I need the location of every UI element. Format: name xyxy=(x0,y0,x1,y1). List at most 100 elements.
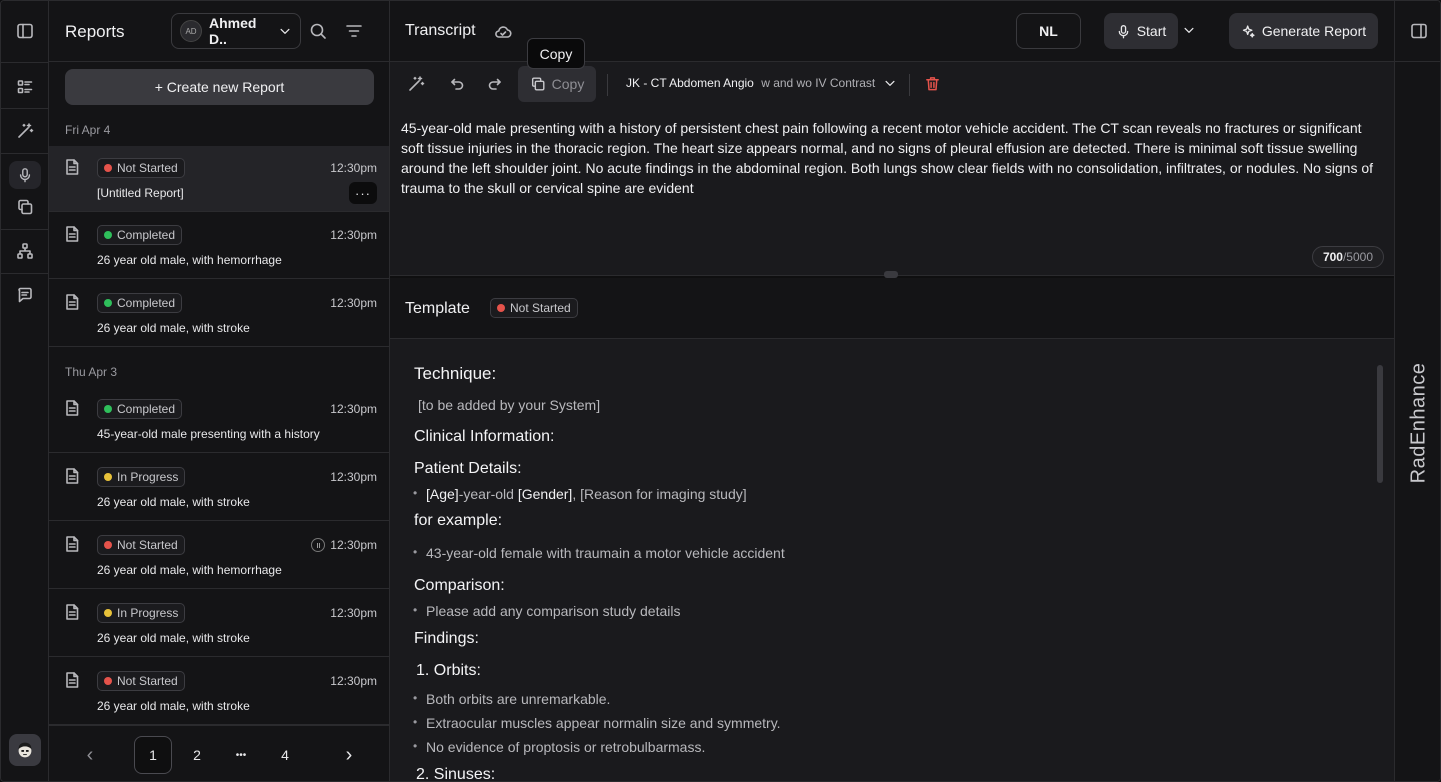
create-report-button[interactable]: + Create new Report xyxy=(65,69,374,105)
report-item[interactable]: Completed 12:30pm 26 year old male, with… xyxy=(49,213,389,279)
report-item[interactable]: In Progress 12:30pm 26 year old male, wi… xyxy=(49,455,389,521)
next-page-button[interactable]: › xyxy=(330,736,368,774)
report-item[interactable]: Not Started 12:30pm 26 year old male, wi… xyxy=(49,659,389,725)
section-heading: Findings: xyxy=(414,630,479,647)
report-time: 12:30pm xyxy=(330,538,377,552)
page-button-1[interactable]: 1 xyxy=(134,736,172,774)
document-icon xyxy=(66,604,79,620)
status-label: Completed xyxy=(117,402,176,416)
status-label: Not Started xyxy=(510,301,571,315)
chevron-down-icon xyxy=(885,80,895,86)
scrollbar[interactable] xyxy=(1377,365,1383,483)
page-button-2[interactable]: 2 xyxy=(178,736,216,774)
status-label: Completed xyxy=(117,228,176,242)
more-options-button[interactable]: ··· xyxy=(349,182,377,204)
rail-reports-list[interactable] xyxy=(1,77,49,97)
template-name: JK - CT Abdomen Angio xyxy=(626,76,754,90)
list-item: Both orbits are unremarkable. xyxy=(413,691,610,707)
search-icon xyxy=(310,23,326,39)
template-body[interactable]: Technique: [to be added by your System] … xyxy=(390,339,1394,781)
copy-icon xyxy=(18,199,33,215)
rail-hierarchy[interactable] xyxy=(1,241,49,261)
generate-report-button[interactable]: Generate Report xyxy=(1229,13,1378,49)
status-badge: In Progress xyxy=(97,467,186,487)
pause-icon[interactable] xyxy=(311,538,325,552)
template-selector[interactable]: JK - CT Abdomen Angio w and wo IV Contra… xyxy=(626,76,897,90)
transcript-text[interactable]: 45-year-old male presenting with a histo… xyxy=(401,118,1381,198)
user-avatar-button[interactable] xyxy=(1,734,49,766)
date-header: Fri Apr 4 xyxy=(65,123,111,137)
sidebar-toggle-button[interactable] xyxy=(1,19,49,43)
rail-chat[interactable] xyxy=(1,285,49,305)
copy-icon xyxy=(531,77,545,91)
list-icon xyxy=(17,80,33,94)
resize-handle[interactable] xyxy=(884,271,898,278)
report-item[interactable]: Completed 12:30pm 45-year-old male prese… xyxy=(49,387,389,453)
status-dot xyxy=(104,299,112,307)
date-header: Thu Apr 3 xyxy=(65,365,118,379)
mic-icon xyxy=(1118,24,1129,38)
list-item: 43-year-old female with traumain a motor… xyxy=(413,545,785,561)
search-button[interactable] xyxy=(309,22,327,40)
transcript-title: Transcript xyxy=(405,22,476,39)
report-title: 26 year old male, with hemorrhage xyxy=(97,563,282,577)
sidebar-toggle-icon xyxy=(17,23,33,39)
report-time: 12:30pm xyxy=(330,228,377,242)
report-time: 12:30pm xyxy=(330,470,377,484)
report-title: 26 year old male, with stroke xyxy=(97,321,250,335)
page-ellipsis[interactable]: ••• xyxy=(222,736,260,774)
template-header: Template Not Started xyxy=(390,278,1394,339)
section-text: [to be added by your System] xyxy=(418,397,601,413)
status-label: Completed xyxy=(117,296,176,310)
rail-magic[interactable] xyxy=(1,121,49,141)
user-initials: AD xyxy=(180,20,202,42)
character-counter: 700/5000 xyxy=(1311,246,1384,268)
report-title: 26 year old male, with hemorrhage xyxy=(97,253,282,267)
report-item[interactable]: In Progress 12:30pm 26 year old male, wi… xyxy=(49,591,389,657)
filter-icon xyxy=(346,25,362,37)
start-recording-button[interactable]: Start xyxy=(1104,13,1178,49)
transcript-editor[interactable]: 45-year-old male presenting with a histo… xyxy=(390,106,1394,276)
avatar-face-icon xyxy=(18,742,32,758)
rail-copy[interactable] xyxy=(1,197,49,217)
report-time: 12:30pm xyxy=(330,402,377,416)
report-item[interactable]: Not Started 12:30pm 26 year old male, wi… xyxy=(49,523,389,589)
document-icon xyxy=(66,672,79,688)
copy-button[interactable]: Copy xyxy=(518,66,596,102)
language-button[interactable]: NL xyxy=(1016,13,1081,49)
trash-icon[interactable] xyxy=(924,75,941,92)
report-item[interactable]: Not Started 12:30pm [Untitled Report] ··… xyxy=(49,146,389,212)
char-max: /5000 xyxy=(1342,250,1373,264)
status-dot xyxy=(104,405,112,413)
prev-page-button[interactable]: ‹ xyxy=(71,736,109,774)
rail-dictation[interactable] xyxy=(1,161,49,189)
document-icon xyxy=(66,468,79,484)
chevron-down-icon xyxy=(280,28,290,34)
generate-label: Generate Report xyxy=(1261,23,1367,39)
user-selector[interactable]: AD Ahmed D.. xyxy=(171,13,301,49)
section-heading: for example: xyxy=(414,512,503,529)
left-rail xyxy=(1,1,49,781)
page-button-4[interactable]: 4 xyxy=(266,736,304,774)
magic-wand-icon[interactable] xyxy=(407,75,425,93)
status-badge: Not Started xyxy=(97,671,185,691)
undo-icon[interactable] xyxy=(447,75,465,93)
hierarchy-icon xyxy=(17,243,33,259)
list-item: No evidence of proptosis or retrobulbarm… xyxy=(413,739,705,755)
right-panel-toggle-button[interactable] xyxy=(1395,1,1440,62)
filter-button[interactable] xyxy=(345,22,363,40)
brand-label: RadEnhance xyxy=(1407,362,1430,484)
chevron-down-icon[interactable] xyxy=(1182,23,1196,37)
reports-panel: Reports AD Ahmed D.. + Create new Report… xyxy=(49,1,390,781)
status-badge: Not Started xyxy=(97,158,185,178)
status-label: Not Started xyxy=(117,674,178,688)
start-label: Start xyxy=(1136,23,1167,39)
report-item[interactable]: Completed 12:30pm 26 year old male, with… xyxy=(49,281,389,347)
status-badge: Completed xyxy=(97,225,183,245)
status-label: In Progress xyxy=(117,606,179,620)
document-icon xyxy=(66,536,79,552)
report-title: 45-year-old male presenting with a histo… xyxy=(97,427,320,441)
list-item: Extraocular muscles appear normalin size… xyxy=(413,715,781,731)
section-heading: 1. Orbits: xyxy=(416,662,481,679)
redo-icon[interactable] xyxy=(487,75,505,93)
